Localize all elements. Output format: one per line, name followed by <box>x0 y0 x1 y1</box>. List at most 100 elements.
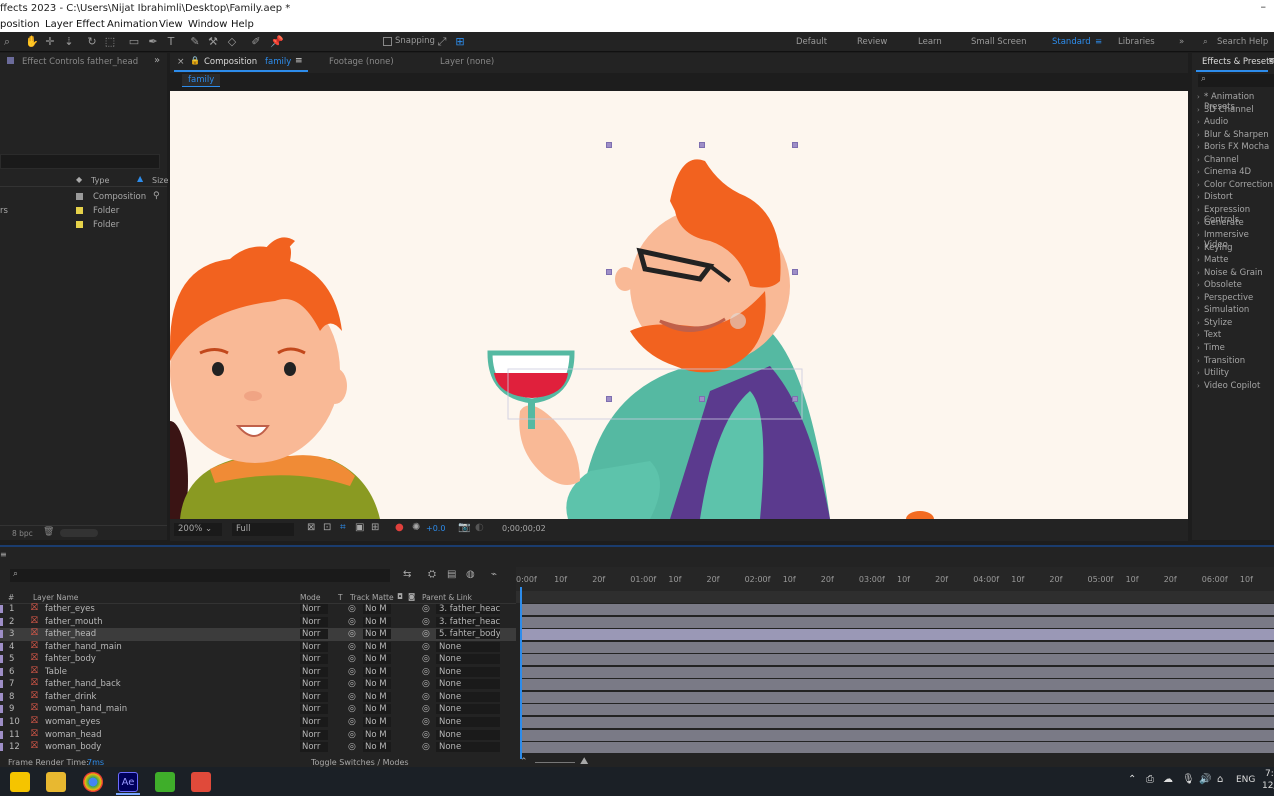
expand-arrow-icon[interactable]: › <box>1197 344 1200 352</box>
resolution-select[interactable]: Full <box>232 523 294 536</box>
expand-arrow-icon[interactable]: › <box>1197 244 1200 252</box>
effects-presets-title[interactable]: Effects & Presets <box>1202 57 1274 67</box>
expand-arrow-icon[interactable]: › <box>1197 219 1200 227</box>
parent-select[interactable]: None <box>436 729 500 740</box>
label-color[interactable] <box>0 692 3 701</box>
after-effects-icon[interactable]: Ae <box>118 772 138 792</box>
layer-row[interactable]: 4 ⛝ father_hand_main Norr ◎ No M ◎ None <box>0 641 516 654</box>
matte-pickwhip-icon[interactable]: ◎ <box>348 642 356 652</box>
mode-select[interactable]: Norr <box>300 691 328 702</box>
parent-select[interactable]: None <box>436 742 500 753</box>
layer-track-bar[interactable] <box>522 654 1274 666</box>
onedrive-icon[interactable]: ☁ <box>1163 774 1173 785</box>
layer-name[interactable]: woman_body <box>45 742 101 752</box>
effect-category[interactable]: Blur & Sharpen <box>1204 130 1269 140</box>
recorder-icon[interactable] <box>191 772 211 792</box>
zoom-select[interactable]: 200% ⌄ <box>174 523 222 536</box>
track-matte-select[interactable]: No M <box>363 679 391 690</box>
puppet-pin-tool-icon[interactable]: 📌 <box>270 35 284 49</box>
parent-select[interactable]: 3. father_heac <box>436 616 500 627</box>
effect-category[interactable]: Noise & Grain <box>1204 268 1263 278</box>
expand-arrow-icon[interactable]: › <box>1197 168 1200 176</box>
snap-feather-icon[interactable]: ⊞ <box>453 35 467 49</box>
clock-date[interactable]: 12/ <box>1262 781 1274 791</box>
effect-category[interactable]: Boris FX Mocha <box>1204 142 1269 152</box>
rectangle-tool-icon[interactable]: ▭ <box>127 35 141 49</box>
effect-category[interactable]: Keying <box>1204 243 1233 253</box>
exposure-icon[interactable]: ✺ <box>412 522 420 533</box>
expand-arrow-icon[interactable]: › <box>1197 156 1200 164</box>
effects-search-input[interactable]: ⌕ <box>1198 74 1274 87</box>
layer-row[interactable]: 11 ⛝ woman_head Norr ◎ No M ◎ None <box>0 729 516 742</box>
clock-time[interactable]: 7: <box>1265 769 1274 779</box>
layer-row[interactable]: 8 ⛝ father_drink Norr ◎ No M ◎ None <box>0 691 516 704</box>
matte-pickwhip-icon[interactable]: ◎ <box>348 604 356 614</box>
label-color[interactable] <box>0 680 3 689</box>
effect-category[interactable]: Distort <box>1204 192 1233 202</box>
expand-arrow-icon[interactable]: › <box>1197 231 1200 239</box>
expand-arrow-icon[interactable]: › <box>1197 143 1200 151</box>
menu-animation[interactable]: Animation <box>107 18 158 31</box>
parent-select[interactable]: None <box>436 691 500 702</box>
layer-track-bar[interactable] <box>522 679 1274 691</box>
composition-viewer[interactable] <box>170 91 1188 519</box>
parent-select[interactable]: None <box>436 641 500 652</box>
expand-arrow-icon[interactable]: › <box>1197 369 1200 377</box>
bpc-button[interactable]: 8 bpc <box>12 529 33 538</box>
file-explorer-icon[interactable] <box>46 772 66 792</box>
comp-mini-flowchart-icon[interactable]: ⇆ <box>403 569 411 580</box>
transform-handle[interactable] <box>792 396 798 402</box>
menu-window[interactable]: Window <box>188 18 227 31</box>
mode-select[interactable]: Norr <box>300 742 328 753</box>
expand-arrow-icon[interactable]: › <box>1197 294 1200 302</box>
label-color[interactable] <box>0 730 3 739</box>
matte-pickwhip-icon[interactable]: ◎ <box>348 629 356 639</box>
label-color[interactable] <box>0 743 3 752</box>
rotate-tool-icon[interactable]: ↻ <box>85 35 99 49</box>
layer-name[interactable]: woman_eyes <box>45 717 100 727</box>
layer-track-bar[interactable] <box>522 742 1274 754</box>
track-matte-select[interactable]: No M <box>363 654 391 665</box>
sticky-notes-icon[interactable] <box>10 772 30 792</box>
layer-name[interactable]: fahter_body <box>45 654 96 664</box>
thumbnail-slider[interactable] <box>60 529 98 537</box>
parent-pickwhip-icon[interactable]: ◎ <box>422 742 430 752</box>
guides-icon[interactable]: ▣ <box>355 522 364 533</box>
mode-select[interactable]: Norr <box>300 616 328 627</box>
layer-row[interactable]: 2 ⛝ father_mouth Norr ◎ No M ◎ 3. father_heac <box>0 616 516 629</box>
track-matte-select[interactable]: No M <box>363 742 391 753</box>
track-matte-select[interactable]: No M <box>363 716 391 727</box>
project-search-input[interactable] <box>0 154 160 169</box>
layer-track-bar[interactable] <box>522 729 1274 741</box>
layer-row[interactable]: 1 ⛝ father_eyes Norr ◎ No M ◎ 3. father_heac <box>0 603 516 616</box>
language-indicator[interactable]: ENG <box>1236 775 1255 785</box>
panel-expand-icon[interactable]: » <box>154 55 160 66</box>
expand-arrow-icon[interactable]: › <box>1197 206 1200 214</box>
pen-tool-icon[interactable]: ✒ <box>146 35 160 49</box>
expand-arrow-icon[interactable]: › <box>1197 319 1200 327</box>
tab-footage[interactable]: Footage (none) <box>329 57 394 67</box>
layer-name[interactable]: woman_head <box>45 730 102 740</box>
toggle-switches-modes[interactable]: Toggle Switches / Modes <box>311 758 409 767</box>
effect-category[interactable]: Simulation <box>1204 305 1249 315</box>
exposure-value[interactable]: +0.0 <box>426 524 445 533</box>
parent-select[interactable]: 5. fahter_body <box>436 629 500 640</box>
label-color[interactable] <box>0 642 3 651</box>
transform-handle[interactable] <box>792 142 798 148</box>
expand-arrow-icon[interactable]: › <box>1197 357 1200 365</box>
lock-icon[interactable]: 🔒 <box>190 56 200 65</box>
parent-pickwhip-icon[interactable]: ◎ <box>422 730 430 740</box>
menu-composition[interactable]: position <box>0 18 40 31</box>
expand-arrow-icon[interactable]: › <box>1197 131 1200 139</box>
zoom-tool-icon[interactable]: ⌕ <box>0 35 14 49</box>
menu-effect[interactable]: Effect <box>76 18 105 31</box>
transform-handle[interactable] <box>606 396 612 402</box>
effect-category[interactable]: Time <box>1204 343 1225 353</box>
transform-handle[interactable] <box>606 142 612 148</box>
search-icon[interactable]: ⌕ <box>1203 37 1208 47</box>
brush-tool-icon[interactable]: ✎ <box>188 35 202 49</box>
camera-tool-icon[interactable]: ⬚ <box>103 35 117 49</box>
transform-handle[interactable] <box>699 142 705 148</box>
parent-select[interactable]: None <box>436 666 500 677</box>
workspace-default[interactable]: Default <box>796 37 827 47</box>
